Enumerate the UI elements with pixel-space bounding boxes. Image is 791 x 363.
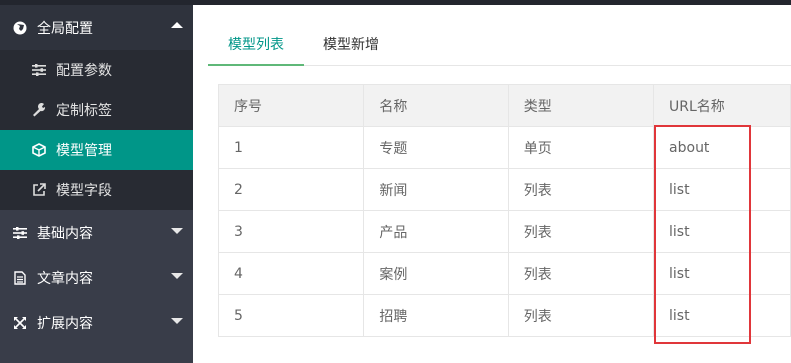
sidebar-item-model-fields[interactable]: 模型字段 — [0, 170, 193, 210]
wrench-icon — [32, 103, 46, 117]
cell-index: 2 — [217, 168, 365, 211]
column-header-url-name: URL名称 — [653, 84, 791, 127]
expand-icon — [12, 315, 28, 331]
submenu-global-config: 配置参数 定制标签 模型管理 模型字段 — [0, 50, 193, 210]
column-header-type: 类型 — [507, 84, 655, 127]
tab-bar: 模型列表 模型新增 — [208, 26, 791, 66]
sidebar-item-label: 模型字段 — [56, 183, 112, 199]
highlight-box — [654, 125, 751, 344]
nav-group-label: 扩展内容 — [37, 315, 93, 332]
cell-index: 3 — [217, 210, 365, 253]
sidebar-item-model-management[interactable]: 模型管理 — [0, 130, 193, 170]
cell-type: 列表 — [507, 252, 655, 295]
cell-index: 1 — [217, 126, 365, 169]
nav-group-label: 全局配置 — [37, 20, 93, 37]
cell-name: 招聘 — [363, 294, 509, 337]
tab-model-add[interactable]: 模型新增 — [303, 26, 399, 66]
cell-index: 5 — [217, 294, 365, 337]
cell-name: 新闻 — [363, 168, 509, 211]
cell-type: 列表 — [507, 210, 655, 253]
nav-group-article-content[interactable]: 文章内容 — [0, 255, 193, 300]
sidebar-item-config-params[interactable]: 配置参数 — [0, 50, 193, 90]
cell-index: 4 — [217, 252, 365, 295]
column-header-name: 名称 — [363, 84, 509, 127]
sidebar-item-label: 模型管理 — [56, 143, 112, 159]
chevron-down-icon — [171, 273, 183, 279]
sliders-icon — [12, 225, 28, 241]
globe-icon — [12, 20, 28, 36]
sidebar-item-label: 配置参数 — [56, 63, 112, 79]
cell-name: 产品 — [363, 210, 509, 253]
sidebar-item-custom-tags[interactable]: 定制标签 — [0, 90, 193, 130]
cell-type: 列表 — [507, 168, 655, 211]
column-header-index: 序号 — [217, 84, 365, 127]
cell-type: 单页 — [507, 126, 655, 169]
table-header-row: 序号 名称 类型 URL名称 — [217, 84, 791, 127]
cell-name: 专题 — [363, 126, 509, 169]
sidebar: 全局配置 配置参数 定制标签 模型管理 模型字段 基础内容 文章内容 扩展内容 — [0, 5, 193, 363]
sliders-icon — [32, 63, 46, 77]
cell-name: 案例 — [363, 252, 509, 295]
chevron-down-icon — [171, 318, 183, 324]
file-icon — [12, 270, 28, 286]
nav-group-global-config[interactable]: 全局配置 — [0, 5, 193, 50]
chevron-down-icon — [171, 228, 183, 234]
nav-group-label: 文章内容 — [37, 270, 93, 287]
chevron-up-icon — [171, 22, 183, 28]
tab-model-list[interactable]: 模型列表 — [208, 26, 304, 66]
cube-icon — [32, 143, 46, 157]
nav-group-label: 基础内容 — [37, 225, 93, 242]
external-link-icon — [32, 183, 46, 197]
nav-group-extended-content[interactable]: 扩展内容 — [0, 300, 193, 345]
sidebar-item-label: 定制标签 — [56, 103, 112, 119]
cell-type: 列表 — [507, 294, 655, 337]
nav-group-basic-content[interactable]: 基础内容 — [0, 210, 193, 255]
